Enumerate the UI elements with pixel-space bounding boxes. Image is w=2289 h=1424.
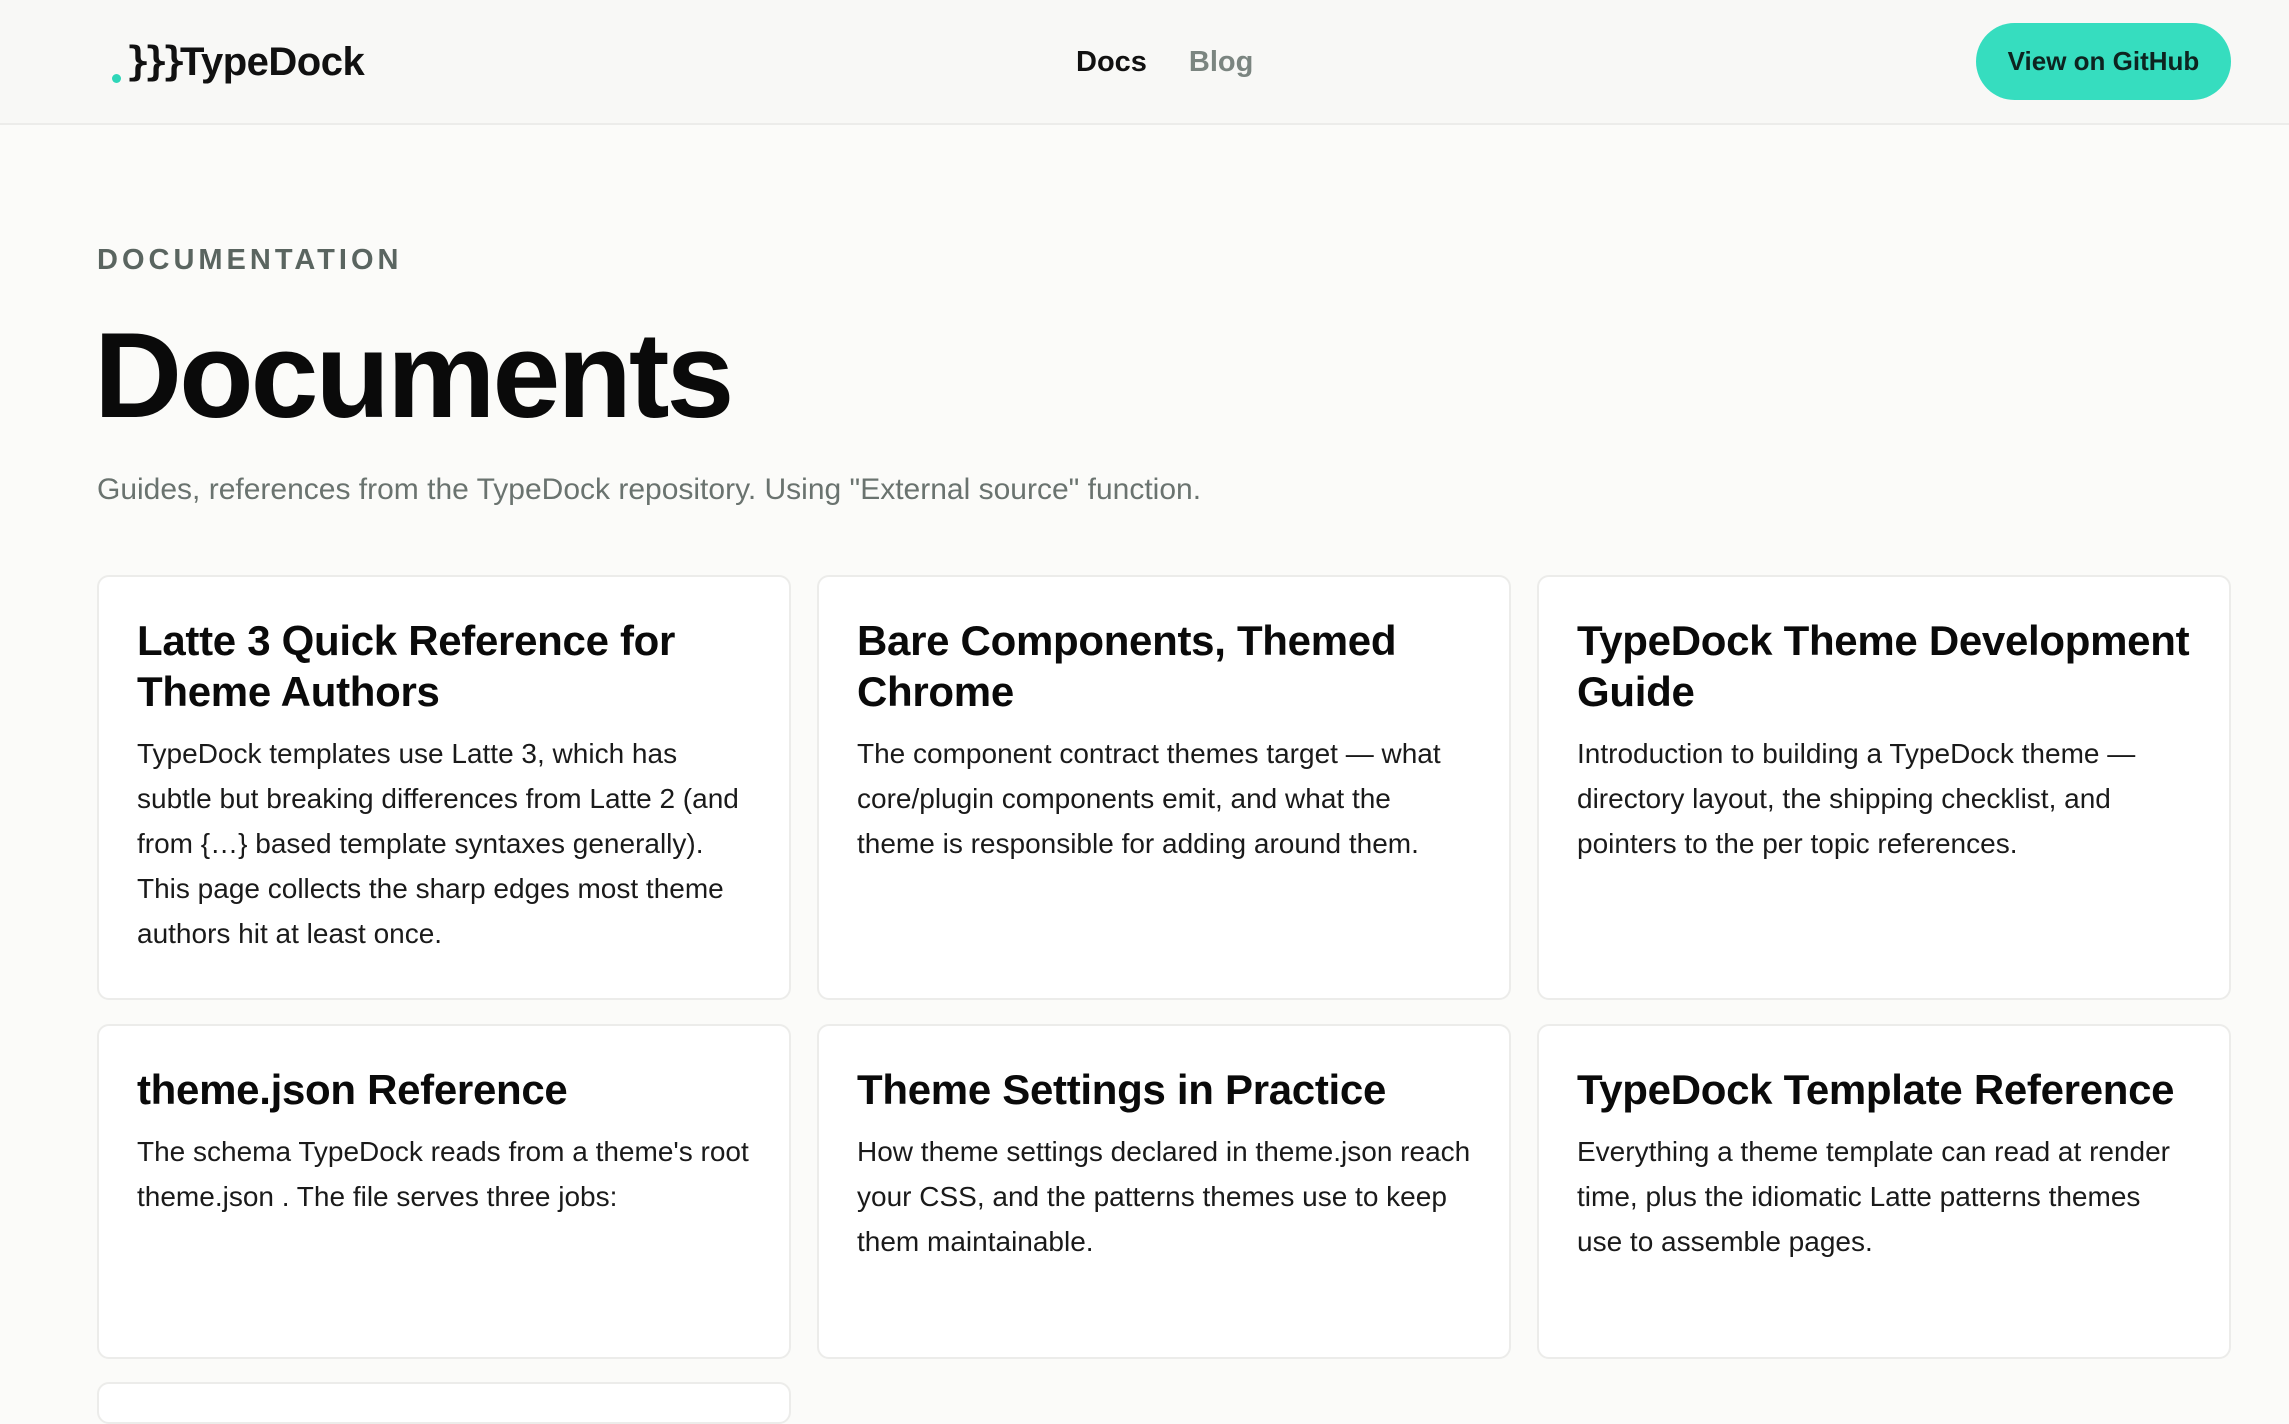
card-description: Everything a theme template can read at …	[1577, 1136, 2171, 1257]
site-header: }}} TypeDock Docs Blog View on GitHub	[0, 0, 2289, 125]
card-description: The component contract themes target — w…	[857, 738, 1441, 859]
document-card[interactable]: Latte 3 Quick Reference for Theme Author…	[97, 575, 791, 1000]
main-nav: Docs Blog	[1076, 38, 1253, 86]
card-description: TypeDock templates use Latte 3, which ha…	[137, 738, 739, 949]
card-title: Theme Settings in Practice	[857, 1066, 1387, 1113]
document-card[interactable]: Bare Components, Themed Chrome The compo…	[817, 575, 1511, 1000]
logo-text: TypeDock	[180, 39, 365, 84]
document-card[interactable]: theme.json Reference The schema TypeDock…	[97, 1024, 791, 1359]
logo-link[interactable]: }}} TypeDock	[110, 34, 365, 90]
section-eyebrow: DOCUMENTATION	[97, 244, 403, 276]
nav-item-docs[interactable]: Docs	[1076, 38, 1147, 86]
document-card[interactable]: TypeDock Theme Development Guide Introdu…	[1537, 575, 2231, 1000]
logo-icon: }}}	[110, 34, 186, 90]
card-description: The schema TypeDock reads from a theme's…	[137, 1136, 749, 1212]
nav-item-blog[interactable]: Blog	[1189, 38, 1253, 86]
card-title: Latte 3 Quick Reference for Theme Author…	[137, 617, 676, 715]
card-title: Bare Components, Themed Chrome	[857, 617, 1397, 715]
logo-dot-icon	[112, 74, 121, 83]
view-on-github-button[interactable]: View on GitHub	[1976, 23, 2231, 100]
card-title: TypeDock Theme Development Guide	[1577, 617, 2190, 715]
card-description: Introduction to building a TypeDock them…	[1577, 738, 2136, 859]
logo-braces: }}}	[126, 39, 186, 85]
page-title: Documents	[94, 307, 734, 443]
document-card[interactable]: Theme Settings in Practice How theme set…	[817, 1024, 1511, 1359]
document-card[interactable]: TypeDock Template Reference Everything a…	[1537, 1024, 2231, 1359]
document-card-partial[interactable]	[97, 1382, 791, 1424]
page-subtitle: Guides, references from the TypeDock rep…	[97, 473, 1202, 506]
card-title: TypeDock Template Reference	[1577, 1066, 2175, 1113]
card-description: How theme settings declared in theme.jso…	[857, 1136, 1471, 1257]
card-title: theme.json Reference	[137, 1066, 568, 1113]
